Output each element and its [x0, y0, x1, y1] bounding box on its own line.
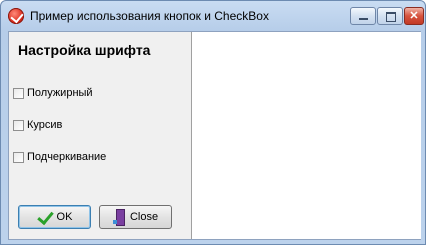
client-area: Настройка шрифта Полужирный Курсив Подче… [8, 31, 421, 240]
minimize-button[interactable] [350, 7, 376, 25]
checkbox-box[interactable] [13, 119, 24, 131]
checkbox-italic[interactable]: Курсив [13, 117, 62, 133]
close-label: Close [129, 211, 159, 223]
app-icon[interactable] [8, 8, 24, 24]
title-bar[interactable]: Пример использования кнопок и CheckBox ✕ [1, 1, 425, 31]
maximize-button[interactable] [377, 7, 403, 25]
preview-area [191, 32, 421, 239]
ok-label: OK [56, 211, 73, 223]
checkbox-label: Полужирный [27, 87, 93, 99]
checkbox-underline[interactable]: Подчеркивание [13, 149, 106, 165]
door-exit-icon [112, 209, 125, 226]
checkmark-icon [37, 211, 53, 223]
minimize-icon [359, 18, 368, 20]
close-icon: ✕ [409, 10, 419, 22]
app-window: Пример использования кнопок и CheckBox ✕… [0, 0, 426, 245]
checkbox-box[interactable] [13, 87, 24, 99]
ok-button[interactable]: OK [18, 205, 91, 229]
font-settings-panel: Настройка шрифта Полужирный Курсив Подче… [9, 32, 190, 239]
checkbox-bold[interactable]: Полужирный [13, 85, 93, 101]
checkbox-label: Подчеркивание [27, 151, 107, 163]
close-button[interactable]: Close [99, 205, 172, 229]
checkbox-label: Курсив [27, 119, 63, 131]
panel-heading: Настройка шрифта [18, 42, 151, 58]
window-title: Пример использования кнопок и CheckBox [30, 9, 269, 23]
checkbox-box[interactable] [13, 151, 24, 163]
close-window-button[interactable]: ✕ [404, 7, 424, 25]
maximize-icon [386, 12, 396, 22]
